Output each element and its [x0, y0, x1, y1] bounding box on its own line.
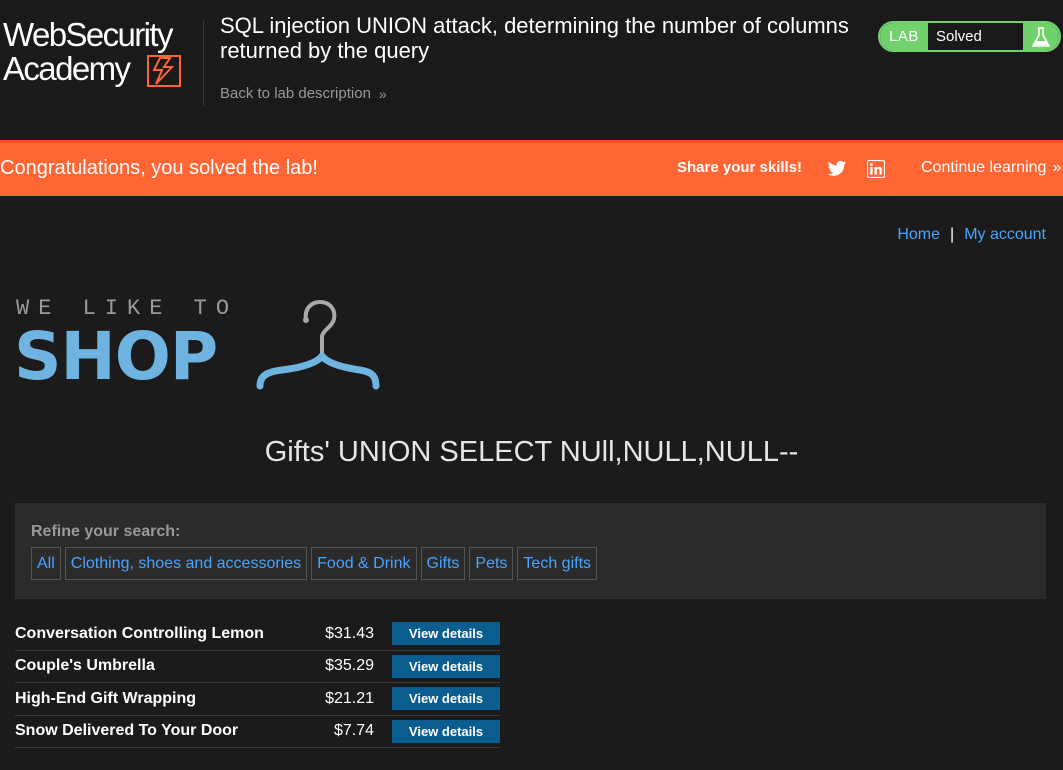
product-price: $21.21 [325, 689, 374, 707]
table-row: Snow Delivered To Your Door $7.74 View d… [15, 716, 500, 748]
product-table: Conversation Controlling Lemon $31.43 Vi… [15, 618, 500, 748]
product-name: Conversation Controlling Lemon [15, 624, 264, 642]
filter-clothing[interactable]: Clothing, shoes and accessories [64, 547, 308, 580]
filter-food-drink[interactable]: Food & Drink [311, 547, 417, 580]
filter-tech-gifts[interactable]: Tech gifts [517, 547, 598, 580]
we-like-to-shop-logo: WE LIKE TO SHOP [14, 296, 380, 396]
filter-all[interactable]: All [31, 547, 61, 580]
header-divider [203, 20, 204, 106]
lab-status-badge: LAB Solved [878, 21, 1061, 52]
view-details-button[interactable]: View details [392, 654, 500, 678]
product-name: Snow Delivered To Your Door [15, 722, 239, 740]
filter-gifts[interactable]: Gifts [420, 547, 466, 580]
view-details-button[interactable]: View details [392, 622, 500, 646]
double-chevron-right-icon: » [1052, 159, 1062, 176]
logo-line2: Academy [3, 50, 131, 87]
lab-title: SQL injection UNION attack, determining … [220, 13, 849, 63]
my-account-link[interactable]: My account [964, 226, 1046, 244]
home-link[interactable]: Home [897, 226, 940, 244]
table-row: High-End Gift Wrapping $21.21 View detai… [15, 683, 500, 716]
filter-panel: Refine your search: All Clothing, shoes … [15, 503, 1046, 599]
share-skills-label: Share your skills! [677, 159, 803, 176]
congratulations-banner: Congratulations, you solved the lab! Sha… [0, 140, 1063, 196]
double-chevron-right-icon: » [378, 85, 387, 102]
continue-learning-label: Continue learning [921, 159, 1047, 176]
category-filters: All Clothing, shoes and accessories Food… [31, 547, 598, 580]
lab-header: WebSecurity Academy SQL injection UNION … [0, 0, 1063, 140]
view-details-button[interactable]: View details [392, 687, 500, 711]
congratulations-message: Congratulations, you solved the lab! [0, 157, 318, 179]
shop-word: SHOP [14, 318, 218, 395]
view-details-button[interactable]: View details [392, 719, 500, 743]
table-row: Couple's Umbrella $35.29 View details [15, 651, 500, 683]
lab-tag: LAB [880, 23, 928, 50]
refine-search-label: Refine your search: [31, 523, 181, 540]
continue-learning-link[interactable]: Continue learning » [921, 159, 1061, 177]
lab-status-text: Solved [928, 23, 1023, 50]
flask-icon [1023, 23, 1059, 50]
category-heading: Gifts' UNION SELECT NUll,NULL,NULL-- [264, 436, 799, 468]
top-navigation: Home | My account [897, 226, 1046, 244]
product-name: High-End Gift Wrapping [15, 689, 197, 707]
product-price: $7.74 [333, 722, 374, 740]
product-name: Couple's Umbrella [15, 657, 155, 675]
product-price: $35.29 [325, 657, 374, 675]
table-row: Conversation Controlling Lemon $31.43 Vi… [15, 618, 500, 651]
back-link-label: Back to lab description [220, 85, 371, 102]
hanger-icon [256, 299, 380, 390]
web-security-academy-logo[interactable]: WebSecurity Academy [3, 18, 203, 90]
lightning-icon [147, 55, 181, 87]
twitter-icon[interactable] [827, 160, 847, 183]
filter-pets[interactable]: Pets [469, 547, 514, 580]
back-to-lab-description-link[interactable]: Back to lab description » [220, 85, 387, 102]
logo-line1: WebSecurity [3, 16, 173, 53]
product-price: $31.43 [325, 624, 374, 642]
linkedin-icon[interactable] [866, 159, 886, 183]
nav-separator: | [950, 226, 955, 243]
